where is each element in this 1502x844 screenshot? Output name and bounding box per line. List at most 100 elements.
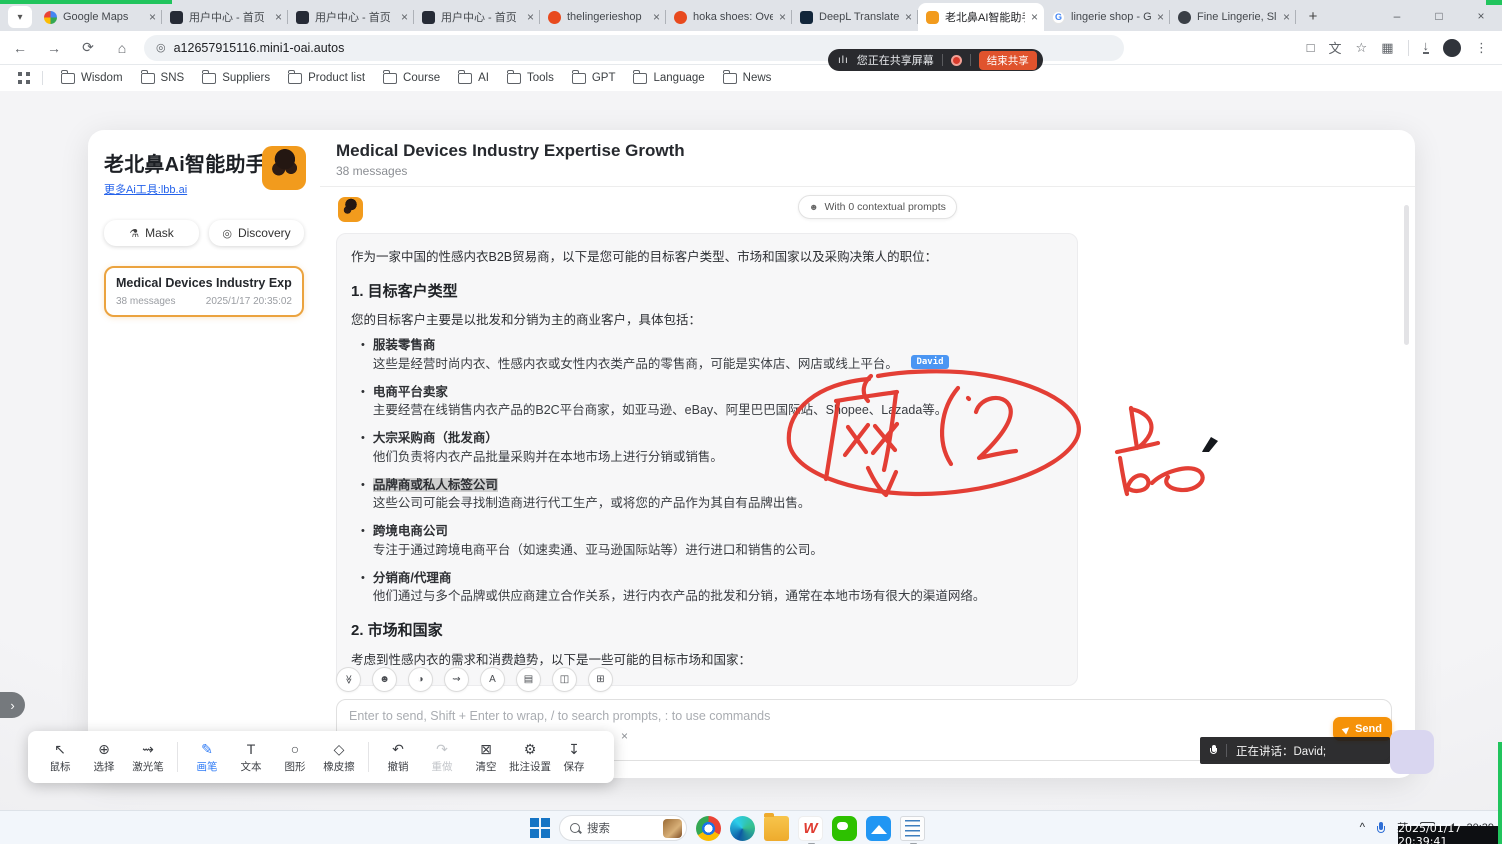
bookmark-folder[interactable]: Product list [280,69,373,87]
profile-avatar[interactable] [1443,39,1461,57]
tab-favicon [422,11,435,24]
bookmark-folder[interactable]: Tools [499,69,562,87]
input-action-icon[interactable]: ◑ [408,667,433,692]
annotation-tool[interactable]: ✎ 画笔 [185,741,229,774]
toolbar-close-icon[interactable]: × [621,729,628,743]
reload-icon[interactable]: ⟳ [74,34,102,62]
annotation-tool[interactable]: T 文本 [229,741,273,774]
menu-icon[interactable]: ⋮ [1475,40,1488,56]
input-action-icon[interactable]: ▤ [516,667,541,692]
tool-icon: ↖ [54,741,66,757]
browser-tab[interactable]: thelingerieshop × [540,3,666,31]
folder-icon [202,73,216,84]
browser-tab[interactable]: 用户中心 - 首页 × [288,3,414,31]
bookmark-folder[interactable]: Course [375,69,448,87]
bookmark-folder[interactable]: Suppliers [194,69,278,87]
download-icon[interactable]: ↓ [1423,41,1430,54]
wps-icon[interactable]: W [798,816,823,841]
bullet-title: 服装零售商 [373,338,436,352]
input-action-icon[interactable]: ◫ [552,667,577,692]
taskbar-search[interactable]: 搜索 [559,815,687,841]
site-info-icon[interactable]: ◎ [156,41,166,54]
tab-close-icon[interactable]: × [149,10,156,24]
bookmark-folder[interactable]: SNS [133,69,193,87]
bookmark-label: Course [403,72,440,84]
bookmark-folder[interactable]: AI [450,69,497,87]
browser-tab[interactable]: G lingerie shop - G × [1044,3,1170,31]
input-action-icon[interactable]: ☻ [372,667,397,692]
bookmark-folder[interactable]: News [715,69,780,87]
tray-chevron-icon[interactable]: ^ [1360,822,1365,834]
input-action-icon[interactable]: ⊞ [588,667,613,692]
bullet-desc: 主要经营在线销售内衣产品的B2C平台商家，如亚马逊、eBay、阿里巴巴国际站、S… [373,401,947,420]
window-minimize-button[interactable]: – [1376,0,1418,31]
browser-tab[interactable]: DeepL Translate × [792,3,918,31]
home-icon[interactable]: ⌂ [108,34,136,62]
notepad-icon[interactable] [900,816,925,841]
stop-sharing-button[interactable]: 结束共享 [979,51,1037,70]
input-action-icon[interactable]: A [480,667,505,692]
translate-icon[interactable]: 文 [1329,38,1342,57]
bookmark-folder[interactable]: Language [625,69,712,87]
extensions-icon[interactable]: ▦ [1381,40,1393,56]
browser-tab[interactable]: Google Maps × [36,3,162,31]
back-icon[interactable]: ← [6,34,34,62]
photos-app-icon[interactable] [866,816,891,841]
context-prompts-pill[interactable]: ☻ With 0 contextual prompts [798,195,957,219]
tab-close-icon[interactable]: × [1031,10,1038,24]
browser-tab[interactable]: 老北鼻AI智能助手 × [918,3,1044,31]
chat-scrollbar[interactable] [1404,205,1409,345]
tray-microphone-icon[interactable] [1377,822,1385,834]
tab-search-icon[interactable]: ▾ [8,6,32,28]
browser-tab[interactable]: Fine Lingerie, Sle × [1170,3,1296,31]
annotation-tool[interactable] [177,742,178,772]
wechat-icon[interactable] [832,816,857,841]
new-tab-button[interactable]: + [1300,3,1326,29]
annotation-tool[interactable]: ↖ 鼠标 [38,741,82,774]
bookmark-folder[interactable]: GPT [564,69,624,87]
tab-close-icon[interactable]: × [401,10,408,24]
tab-close-icon[interactable]: × [779,10,786,24]
sidebar-expand-handle[interactable]: › [0,692,25,718]
mask-button[interactable]: ⚗ Mask [104,220,199,246]
input-action-icon[interactable]: ⇝ [444,667,469,692]
browser-tab[interactable]: hoka shoes: Ove × [666,3,792,31]
annotation-tool[interactable]: ↶ 撤销 [376,741,420,774]
tab-close-icon[interactable]: × [905,10,912,24]
bullet-dot: • [361,429,365,467]
chrome-icon[interactable] [696,816,721,841]
bookmark-star-icon[interactable]: ☆ [1356,40,1368,56]
start-button[interactable] [530,818,550,838]
tab-close-icon[interactable]: × [527,10,534,24]
annotation-tool[interactable] [368,742,369,772]
tab-close-icon[interactable]: × [1283,10,1290,24]
annotation-tool[interactable]: ◇ 橡皮擦 [317,741,361,774]
annotation-tool[interactable]: ↷ 重做 [420,741,464,774]
apps-grid-icon[interactable] [18,72,30,84]
annotation-tool[interactable]: ⊕ 选择 [82,741,126,774]
tab-close-icon[interactable]: × [653,10,660,24]
folder-icon [572,73,586,84]
annotation-tool[interactable]: ⇝ 激光笔 [126,741,170,774]
tool-icon: ↷ [436,741,448,757]
discovery-button[interactable]: ◎ Discovery [209,220,304,246]
tool-label: 画笔 [197,759,218,774]
browser-tab[interactable]: 用户中心 - 首页 × [414,3,540,31]
tab-close-icon[interactable]: × [1157,10,1164,24]
cast-icon[interactable]: □ [1307,40,1315,55]
tab-close-icon[interactable]: × [275,10,282,24]
window-maximize-button[interactable]: □ [1418,0,1460,31]
bookmark-folder[interactable]: Wisdom [53,69,131,87]
annotation-tool[interactable]: ○ 图形 [273,741,317,774]
edge-icon[interactable] [730,816,755,841]
annotation-tool[interactable]: ⚙ 批注设置 [508,741,552,774]
browser-tab[interactable]: 用户中心 - 首页 × [162,3,288,31]
annotation-tool[interactable]: ↧ 保存 [552,741,596,774]
chat-list-item[interactable]: Medical Devices Industry Exp... 38 messa… [104,266,304,317]
annotation-tool[interactable]: ⊠ 清空 [464,741,508,774]
forward-icon[interactable]: → [40,34,68,62]
file-explorer-icon[interactable] [764,816,789,841]
tool-icon: ◇ [334,741,345,757]
more-tools-link[interactable]: 更多Ai工具:lbb.ai [104,181,187,197]
input-action-icon[interactable]: ≫ [336,667,361,692]
